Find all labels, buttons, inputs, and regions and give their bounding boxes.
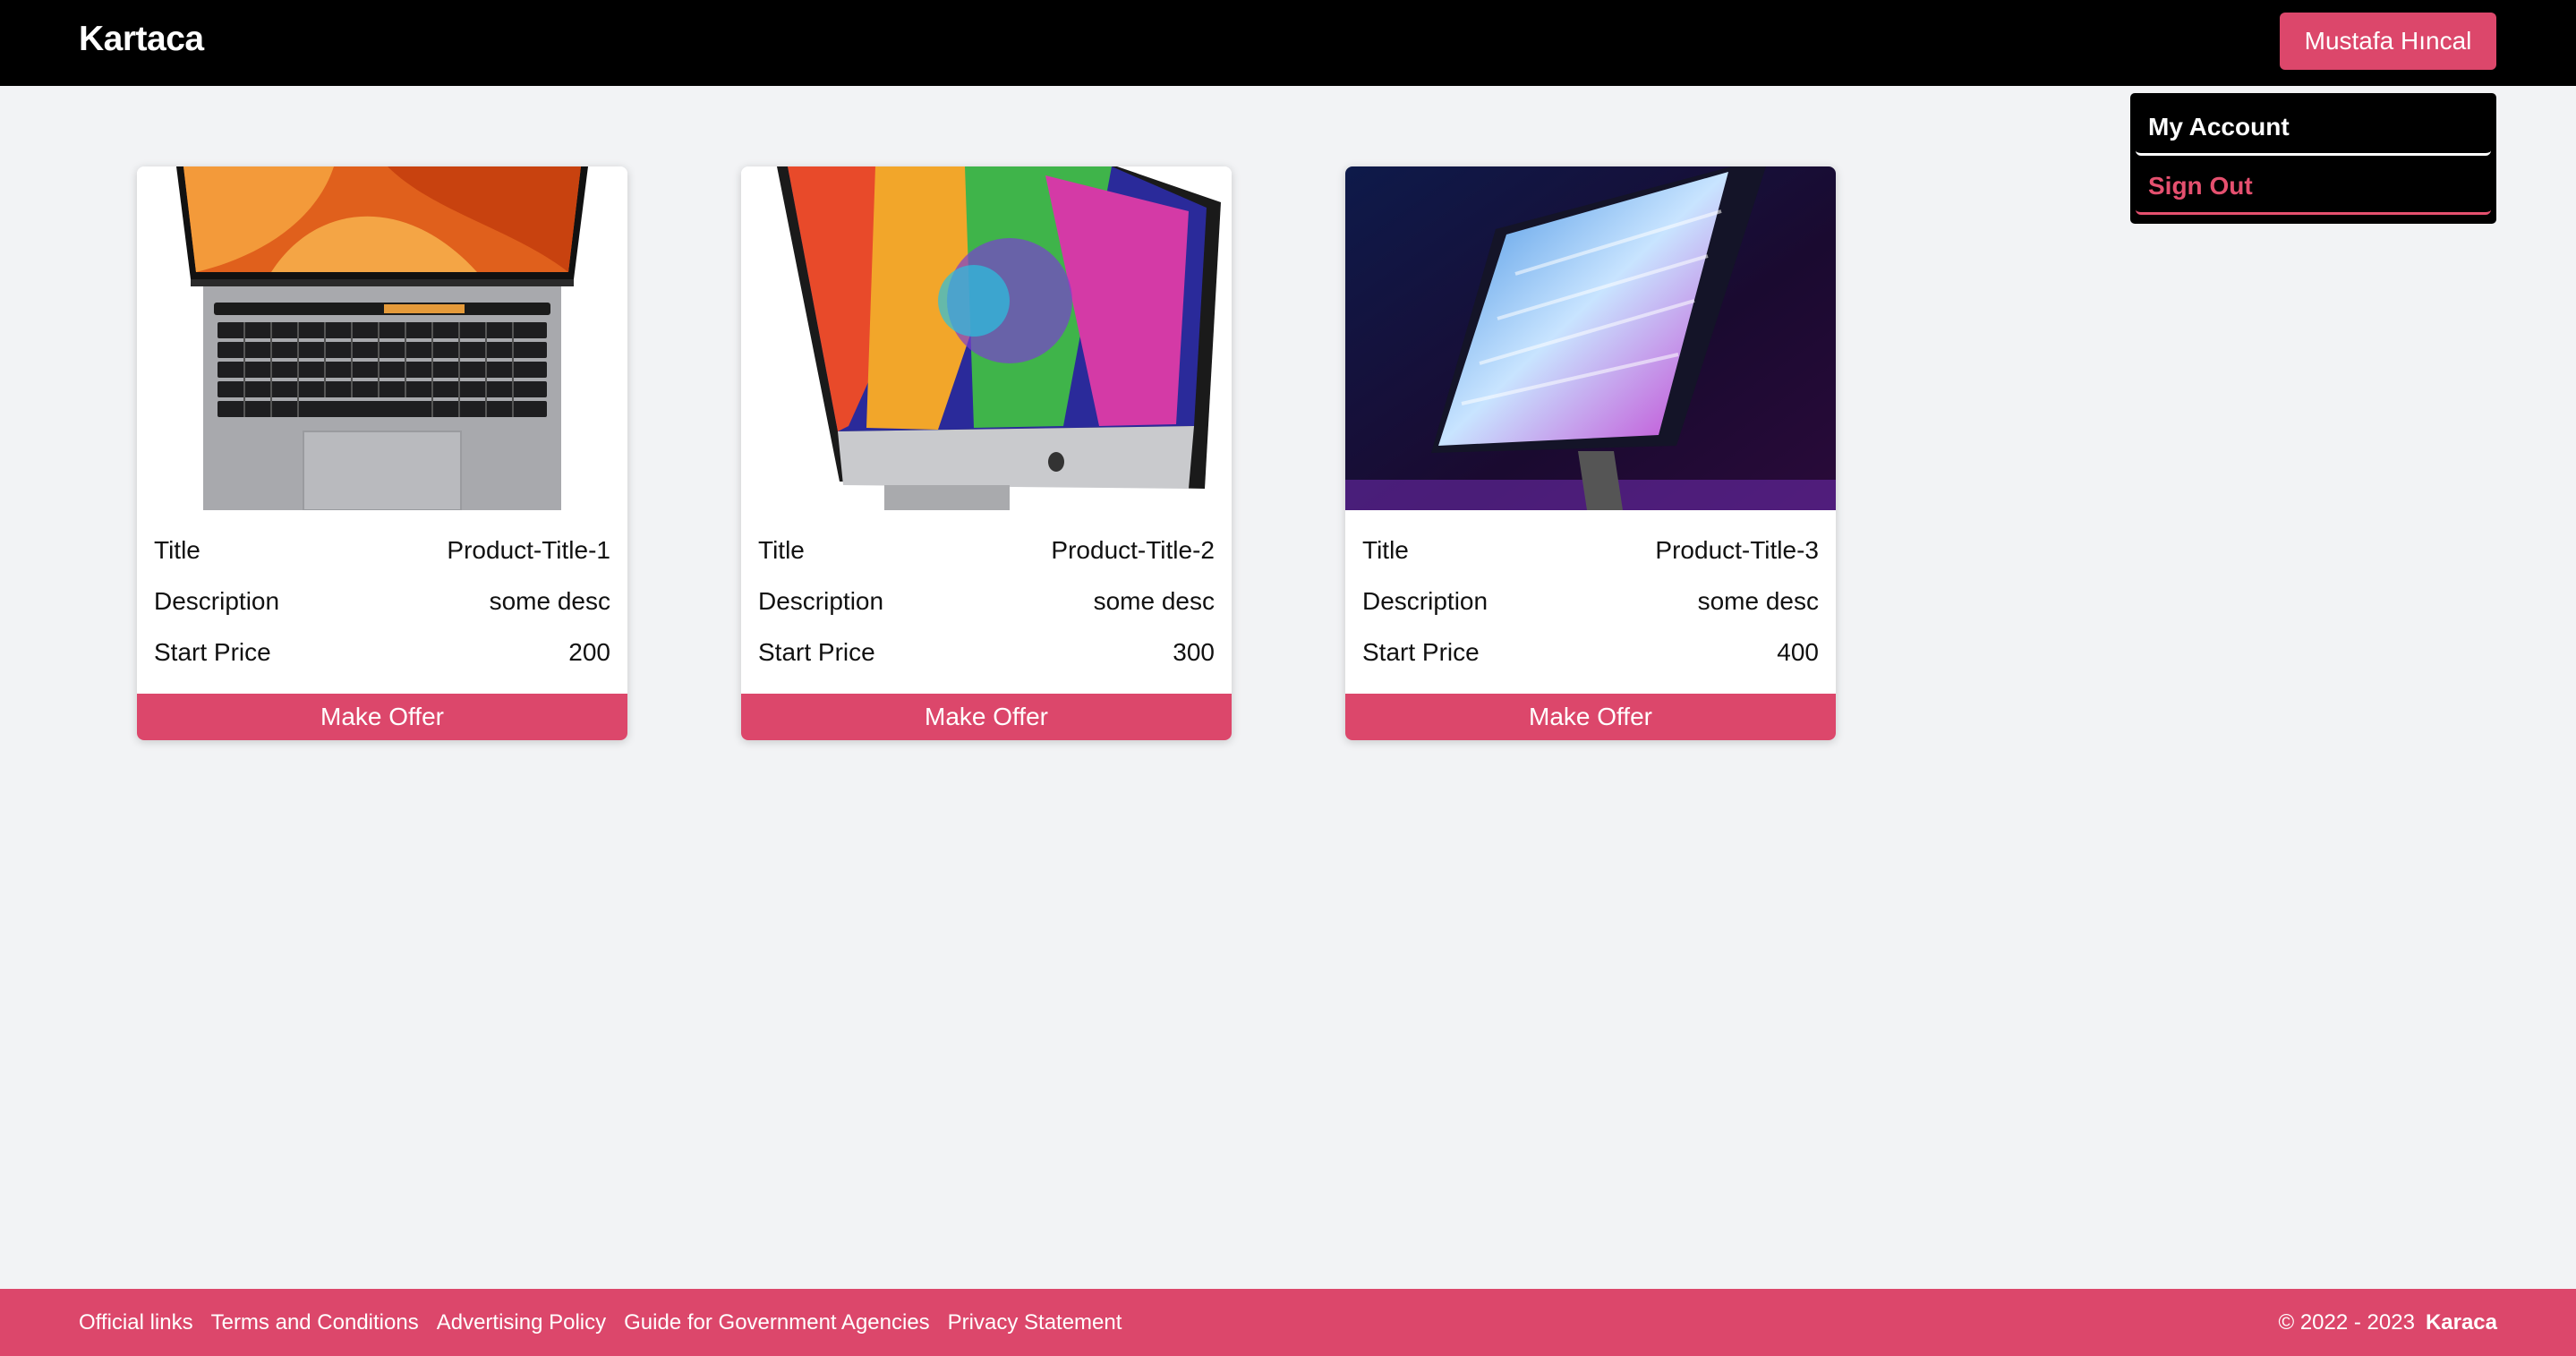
title-label: Title [154, 536, 200, 564]
start-price-value: 200 [568, 638, 610, 666]
start-price-row: Start Price 200 [154, 635, 610, 670]
product-card: Title Product-Title-1 Description some d… [137, 166, 627, 740]
footer-link-advertising-policy[interactable]: Advertising Policy [437, 1310, 606, 1335]
site-logo[interactable]: Kartaca [79, 20, 204, 59]
title-value: Product-Title-3 [1655, 536, 1819, 564]
description-row: Description some desc [154, 584, 610, 619]
description-row: Description some desc [1362, 584, 1819, 619]
title-value: Product-Title-2 [1051, 536, 1215, 564]
title-row: Title Product-Title-2 [758, 533, 1215, 568]
title-label: Title [758, 536, 805, 564]
make-offer-button[interactable]: Make Offer [137, 694, 627, 740]
footer-links: Official links Terms and Conditions Adve… [79, 1289, 1122, 1356]
site-footer: Official links Terms and Conditions Adve… [0, 1289, 2576, 1356]
footer-copyright: © 2022 - 2023 Karaca [2278, 1289, 2497, 1356]
title-row: Title Product-Title-1 [154, 533, 610, 568]
desktop-monitor-image [741, 166, 1232, 510]
description-value: some desc [489, 587, 610, 615]
description-value: some desc [1093, 587, 1215, 615]
footer-link-government-guide[interactable]: Guide for Government Agencies [624, 1310, 930, 1335]
description-row: Description some desc [758, 584, 1215, 619]
footer-link-privacy[interactable]: Privacy Statement [948, 1310, 1122, 1335]
footer-link-official-links[interactable]: Official links [79, 1310, 193, 1335]
description-label: Description [758, 587, 884, 615]
user-menu-button[interactable]: Mustafa Hıncal [2280, 13, 2496, 70]
make-offer-button[interactable]: Make Offer [1345, 694, 1836, 740]
start-price-label: Start Price [758, 638, 875, 666]
product-card: Title Product-Title-2 Description some d… [741, 166, 1232, 740]
product-card: Title Product-Title-3 Description some d… [1345, 166, 1836, 740]
footer-brand: Karaca [2425, 1309, 2497, 1335]
description-label: Description [154, 587, 280, 615]
start-price-value: 400 [1777, 638, 1819, 666]
start-price-value: 300 [1173, 638, 1215, 666]
make-offer-button[interactable]: Make Offer [741, 694, 1232, 740]
user-dropdown-menu: My Account Sign Out [2130, 93, 2496, 224]
start-price-label: Start Price [1362, 638, 1480, 666]
start-price-row: Start Price 300 [758, 635, 1215, 670]
title-row: Title Product-Title-3 [1362, 533, 1819, 568]
copyright-text: © 2022 - 2023 [2278, 1309, 2415, 1335]
description-value: some desc [1697, 587, 1819, 615]
start-price-row: Start Price 400 [1362, 635, 1819, 670]
title-value: Product-Title-1 [447, 536, 610, 564]
title-label: Title [1362, 536, 1409, 564]
display-monitor-image [1345, 166, 1836, 510]
start-price-label: Start Price [154, 638, 271, 666]
top-navbar: Kartaca Mustafa Hıncal [0, 0, 2576, 86]
laptop-image [137, 166, 627, 510]
sign-out-menu-item[interactable]: Sign Out [2136, 159, 2491, 215]
footer-link-terms[interactable]: Terms and Conditions [211, 1310, 419, 1335]
my-account-menu-item[interactable]: My Account [2136, 100, 2491, 156]
description-label: Description [1362, 587, 1488, 615]
